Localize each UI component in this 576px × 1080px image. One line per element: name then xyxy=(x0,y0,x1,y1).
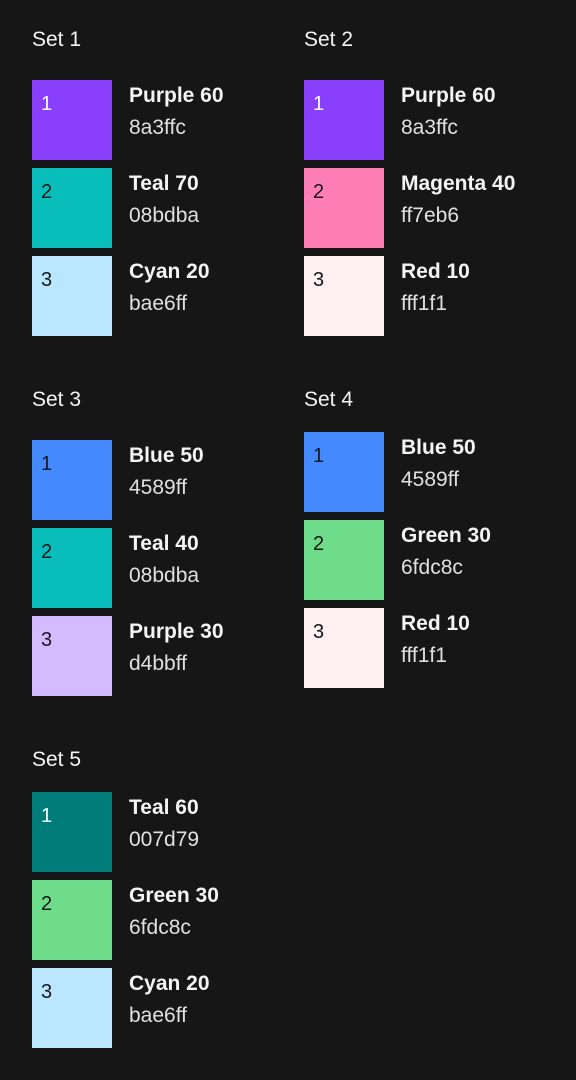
color-hex: 6fdc8c xyxy=(129,916,191,939)
color-name: Cyan 20 xyxy=(129,972,210,995)
color-hex: 007d79 xyxy=(129,828,200,851)
color-name: Purple 60 xyxy=(129,84,224,107)
color-chip: 1 xyxy=(32,80,112,160)
color-chip: 3 xyxy=(32,616,112,696)
swatch-row: 2 Green 30 6fdc8c xyxy=(304,520,554,600)
color-name: Teal 60 xyxy=(129,796,199,819)
swatch-row: 1 Teal 60 007d79 xyxy=(32,792,282,872)
color-hex: 4589ff xyxy=(401,468,460,491)
color-chip: 1 xyxy=(32,792,112,872)
color-chip: 3 xyxy=(304,256,384,336)
chip-number: 2 xyxy=(41,541,53,563)
swatch-row: 3 Cyan 20 bae6ff xyxy=(32,256,282,336)
chip-number: 2 xyxy=(313,181,325,203)
chip-number: 2 xyxy=(41,893,53,915)
color-chip: 2 xyxy=(32,528,112,608)
chip-number: 3 xyxy=(41,269,53,291)
chip-number: 1 xyxy=(313,445,325,467)
color-name: Teal 70 xyxy=(129,172,199,195)
color-name: Green 30 xyxy=(401,524,491,547)
color-name: Purple 30 xyxy=(129,620,224,643)
color-chip: 2 xyxy=(32,880,112,960)
color-chip: 2 xyxy=(304,168,384,248)
color-name: Blue 50 xyxy=(129,444,204,467)
swatch-row: 2 Teal 70 08bdba xyxy=(32,168,282,248)
chip-number: 3 xyxy=(313,621,325,643)
set-title: Set 1 xyxy=(32,28,82,51)
chip-number: 1 xyxy=(41,453,53,475)
color-hex: fff1f1 xyxy=(401,292,447,315)
color-name: Red 10 xyxy=(401,260,470,283)
color-hex: bae6ff xyxy=(129,1004,188,1027)
color-hex: bae6ff xyxy=(129,292,188,315)
color-name: Purple 60 xyxy=(401,84,496,107)
swatch-row: 3 Red 10 fff1f1 xyxy=(304,256,554,336)
chip-number: 1 xyxy=(41,805,53,827)
color-hex: 08bdba xyxy=(129,564,200,587)
color-chip: 1 xyxy=(32,440,112,520)
color-hex: 08bdba xyxy=(129,204,200,227)
swatch-row: 1 Blue 50 4589ff xyxy=(304,432,554,512)
color-chip: 1 xyxy=(304,432,384,512)
color-name: Green 30 xyxy=(129,884,219,907)
color-chip: 2 xyxy=(32,168,112,248)
chip-number: 3 xyxy=(313,269,325,291)
color-hex: 4589ff xyxy=(129,476,188,499)
swatch-row: 2 Green 30 6fdc8c xyxy=(32,880,282,960)
color-hex: 8a3ffc xyxy=(129,116,186,139)
chip-number: 2 xyxy=(313,533,325,555)
chip-number: 3 xyxy=(41,981,53,1003)
color-chip: 3 xyxy=(32,256,112,336)
set-title: Set 4 xyxy=(304,388,354,411)
color-hex: 8a3ffc xyxy=(401,116,458,139)
chip-number: 3 xyxy=(41,629,53,651)
swatch-row: 1 Purple 60 8a3ffc xyxy=(32,80,282,160)
color-hex: fff1f1 xyxy=(401,644,447,667)
swatch-row: 3 Purple 30 d4bbff xyxy=(32,616,282,696)
swatch-row: 1 Purple 60 8a3ffc xyxy=(304,80,554,160)
color-chip: 1 xyxy=(304,80,384,160)
color-chip: 3 xyxy=(32,968,112,1048)
swatch-row: 2 Teal 40 08bdba xyxy=(32,528,282,608)
color-name: Blue 50 xyxy=(401,436,476,459)
set-title: Set 3 xyxy=(32,388,82,411)
chip-number: 2 xyxy=(41,181,53,203)
color-name: Magenta 40 xyxy=(401,172,516,195)
swatch-row: 3 Red 10 fff1f1 xyxy=(304,608,554,688)
set-title: Set 5 xyxy=(32,748,82,771)
color-name: Red 10 xyxy=(401,612,470,635)
chip-number: 1 xyxy=(41,93,53,115)
set-title: Set 2 xyxy=(304,28,354,51)
color-name: Cyan 20 xyxy=(129,260,210,283)
swatch-row: 1 Blue 50 4589ff xyxy=(32,440,282,520)
color-hex: 6fdc8c xyxy=(401,556,463,579)
chip-number: 1 xyxy=(313,93,325,115)
color-chip: 2 xyxy=(304,520,384,600)
color-name: Teal 40 xyxy=(129,532,199,555)
color-hex: ff7eb6 xyxy=(401,204,460,227)
swatch-row: 2 Magenta 40 ff7eb6 xyxy=(304,168,554,248)
swatch-row: 3 Cyan 20 bae6ff xyxy=(32,968,282,1048)
color-hex: d4bbff xyxy=(129,652,188,675)
color-chip: 3 xyxy=(304,608,384,688)
